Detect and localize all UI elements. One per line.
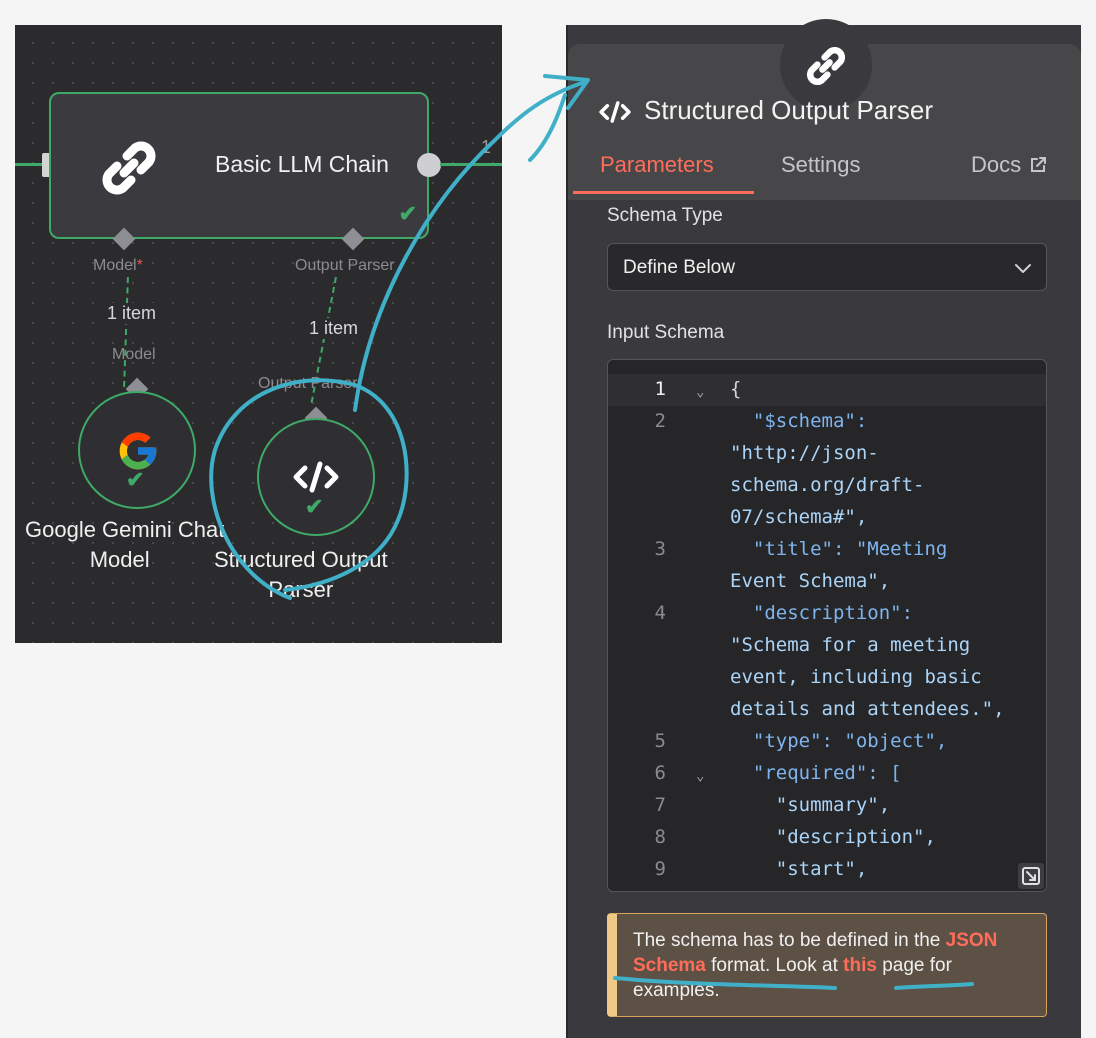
code-line: "description", <box>730 826 936 848</box>
tab-docs[interactable]: Docs <box>971 152 1047 178</box>
google-gemini-node-name: Google Gemini Chat Model <box>25 517 225 572</box>
schema-type-value: Define Below <box>623 257 735 278</box>
annotation-scribble <box>528 93 567 162</box>
output-item-count: 1 <box>481 137 492 157</box>
line-number: 6 <box>654 762 666 784</box>
checkmark-icon: ✔ <box>305 494 324 519</box>
google-gemini-node[interactable]: ✔ <box>78 391 196 509</box>
required-marker: * <box>136 257 143 274</box>
model-connection <box>123 276 129 388</box>
code-line: "$schema": <box>730 410 868 432</box>
code-line: details and attendees.", <box>730 698 1005 720</box>
schema-type-select[interactable]: Define Below <box>607 243 1047 291</box>
input-schema-label: Input Schema <box>607 322 725 343</box>
examples-link[interactable]: this <box>843 955 877 976</box>
incoming-connection <box>15 163 43 166</box>
fold-chevron-icon[interactable]: ⌄ <box>696 768 704 784</box>
code-line: "summary", <box>730 794 891 816</box>
schema-type-label: Schema Type <box>607 205 723 226</box>
editor-resize-handle[interactable] <box>1018 863 1044 889</box>
line-number: 8 <box>654 826 666 848</box>
fold-chevron-icon[interactable]: ⌄ <box>696 384 704 400</box>
code-line: 07/schema#", <box>730 506 868 528</box>
line-number: 2 <box>654 410 666 432</box>
line-number: 9 <box>654 858 666 880</box>
resize-icon <box>1022 867 1040 885</box>
structured-output-parser-node[interactable]: ✔ <box>257 418 375 536</box>
model-port-label: Model* <box>93 257 143 274</box>
output-parser-port-label: Output Parser <box>295 257 395 274</box>
outgoing-connection <box>440 163 502 166</box>
parser-node-port-label: Output Parser <box>258 375 358 392</box>
link-icon <box>102 141 156 195</box>
model-node-port-label: Model <box>112 346 156 363</box>
workflow-canvas[interactable]: Basic LLM Chain ✔ 1 Model* 1 item Output… <box>15 25 502 643</box>
line-number: 1 <box>654 378 666 400</box>
line-number: 5 <box>654 730 666 752</box>
code-line: { <box>730 378 742 400</box>
code-line: event, including basic <box>730 666 982 688</box>
code-icon <box>599 101 631 123</box>
line-number: 7 <box>654 794 666 816</box>
schema-notice: The schema has to be defined in the JSON… <box>607 913 1047 1017</box>
input-schema-editor[interactable]: 1 ⌄ { 2 "$schema": "http://json- schema.… <box>607 359 1047 892</box>
line-number: 3 <box>654 538 666 560</box>
chain-node-title: Basic LLM Chain <box>215 151 389 177</box>
line-number: 4 <box>654 602 666 624</box>
tab-parameters[interactable]: Parameters <box>600 152 714 178</box>
tab-settings[interactable]: Settings <box>781 152 861 178</box>
active-tab-indicator <box>573 191 754 194</box>
code-line: "title": "Meeting <box>730 538 948 560</box>
code-line: "description": <box>730 602 914 624</box>
code-line: schema.org/draft- <box>730 474 925 496</box>
checkmark-icon: ✔ <box>398 201 417 226</box>
model-connection-count: 1 item <box>105 303 159 324</box>
code-line: "start", <box>730 858 868 880</box>
panel-header: Structured Output Parser Parameters Sett… <box>568 19 1081 200</box>
code-line: "required": [ <box>730 762 902 784</box>
link-icon <box>806 46 846 86</box>
output-parser-connection-count: 1 item <box>307 318 361 339</box>
external-link-icon <box>1031 157 1047 172</box>
node-settings-panel: Structured Output Parser Parameters Sett… <box>566 19 1081 1038</box>
code-line: "Schema for a meeting <box>730 634 971 656</box>
checkmark-icon: ✔ <box>126 467 145 492</box>
code-icon <box>293 461 339 493</box>
active-line-highlight <box>608 374 1046 406</box>
code-line: Event Schema", <box>730 570 891 592</box>
chevron-down-icon <box>1015 264 1031 273</box>
code-line: "http://json- <box>730 442 879 464</box>
chain-output-port[interactable] <box>417 153 441 177</box>
basic-llm-chain-node[interactable]: Basic LLM Chain ✔ <box>49 92 429 239</box>
structured-output-parser-node-name: Structured Output Parser <box>214 547 388 602</box>
panel-title: Structured Output Parser <box>644 95 934 125</box>
code-line: "type": "object", <box>730 730 948 752</box>
